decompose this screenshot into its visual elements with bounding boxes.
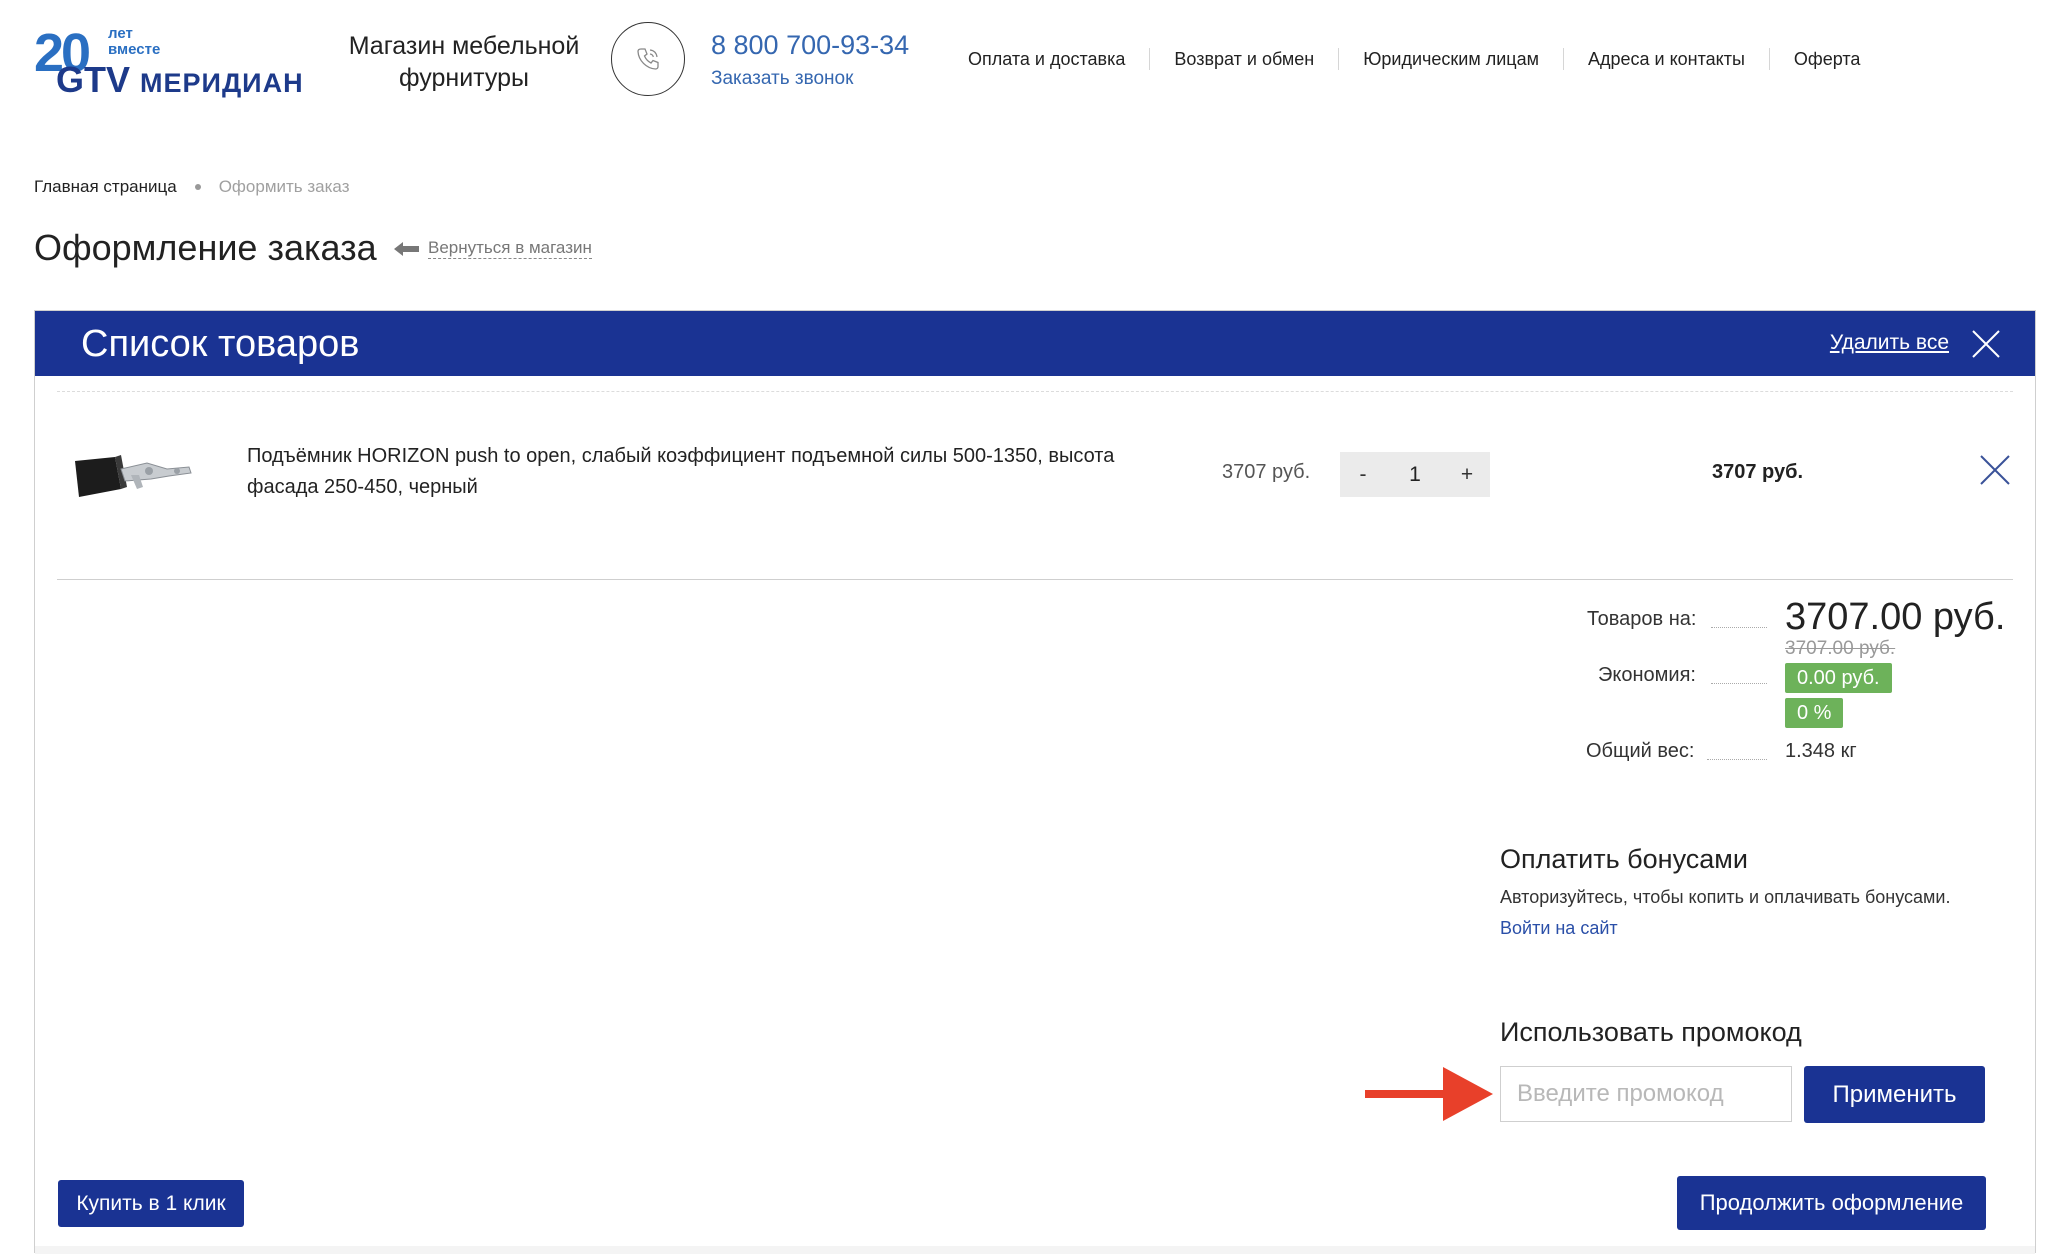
logo-brand: GTV МЕРИДИАН <box>56 60 304 103</box>
savings-percent-badge: 0 % <box>1785 698 1844 728</box>
phone-number-link[interactable]: 8 800 700-93-34 <box>711 30 909 61</box>
cart-item-row: Подъёмник HORIZON push to open, слабый к… <box>57 391 2013 580</box>
request-callback-link[interactable]: Заказать звонок <box>711 68 853 90</box>
line-total: 3707 руб. <box>1712 461 1804 483</box>
delete-all-link[interactable]: Удалить все <box>1830 331 1949 355</box>
weight-value: 1.348 кг <box>1785 740 1857 762</box>
product-name-link[interactable]: Подъёмник HORIZON push to open, слабый к… <box>247 441 1167 503</box>
top-navigation: Оплата и доставка Возврат и обмен Юридич… <box>944 48 1884 70</box>
buy-one-click-button[interactable]: Купить в 1 клик <box>58 1180 244 1227</box>
page-title: Оформление заказа <box>34 227 377 268</box>
promo-title: Использовать промокод <box>1500 1017 1802 1047</box>
delete-all-close-icon[interactable] <box>1971 329 2001 359</box>
cart-panel: Список товаров Удалить все Подъёмник HOR… <box>34 310 2036 1254</box>
goods-old-amount: 3707.00 руб. <box>1785 638 1896 659</box>
savings-amount-badge: 0.00 руб. <box>1785 663 1892 693</box>
remove-item-close-icon[interactable] <box>1977 452 2013 488</box>
arrow-left-icon <box>394 241 419 256</box>
back-to-shop-link[interactable]: Вернуться в магазин <box>394 238 592 259</box>
qty-increase-button[interactable]: + <box>1444 452 1490 497</box>
nav-returns[interactable]: Возврат и обмен <box>1149 48 1338 70</box>
shop-tagline: Магазин мебельной фурнитуры <box>348 32 580 92</box>
logo-years-text: лет вместе <box>108 25 161 58</box>
weight-label: Общий вес: <box>1586 740 1695 762</box>
red-arrow-icon <box>1365 1067 1493 1121</box>
leader-dots <box>1711 683 1767 684</box>
goods-total-label: Товаров на: <box>1587 608 1697 630</box>
cart-title: Список товаров <box>81 323 360 365</box>
nav-payment-delivery[interactable]: Оплата и доставка <box>944 48 1149 70</box>
breadcrumb-current: Оформить заказ <box>218 177 350 196</box>
continue-checkout-button[interactable]: Продолжить оформление <box>1677 1176 1986 1230</box>
site-logo[interactable]: 20 лет вместе GTV МЕРИДИАН <box>34 25 303 100</box>
quantity-stepper: - + <box>1340 452 1490 497</box>
product-thumbnail[interactable] <box>67 439 197 519</box>
unit-price: 3707 руб. <box>1222 461 1311 483</box>
nav-offer[interactable]: Оферта <box>1768 48 1885 70</box>
back-to-shop-text: Вернуться в магазин <box>428 238 592 259</box>
call-button[interactable] <box>611 22 685 96</box>
breadcrumb-home[interactable]: Главная страница <box>34 177 177 197</box>
phone-icon <box>637 48 659 70</box>
goods-total-amount: 3707.00 руб. <box>1785 596 2006 638</box>
promo-code-input[interactable] <box>1500 1066 1792 1122</box>
leader-dots <box>1707 759 1767 760</box>
logo-brand-cyrillic: МЕРИДИАН <box>140 68 304 98</box>
cart-header: Список товаров Удалить все <box>35 311 2035 376</box>
breadcrumb-separator <box>194 184 201 190</box>
nav-addresses-contacts[interactable]: Адреса и контакты <box>1562 48 1769 70</box>
quantity-input[interactable] <box>1390 461 1440 488</box>
apply-promo-button[interactable]: Применить <box>1804 1066 1985 1123</box>
nav-legal-entities[interactable]: Юридическим лицам <box>1338 48 1563 70</box>
logo-brand-latin: GTV <box>56 59 131 100</box>
bonus-title: Оплатить бонусами <box>1500 844 1748 874</box>
savings-label: Экономия: <box>1598 664 1696 686</box>
breadcrumb: Главная страница Оформить заказ <box>34 177 350 197</box>
login-link[interactable]: Войти на сайт <box>1500 918 1618 939</box>
leader-dots <box>1711 627 1767 628</box>
bonus-text: Авторизуйтесь, чтобы копить и оплачивать… <box>1500 887 1951 907</box>
qty-decrease-button[interactable]: - <box>1340 452 1386 497</box>
